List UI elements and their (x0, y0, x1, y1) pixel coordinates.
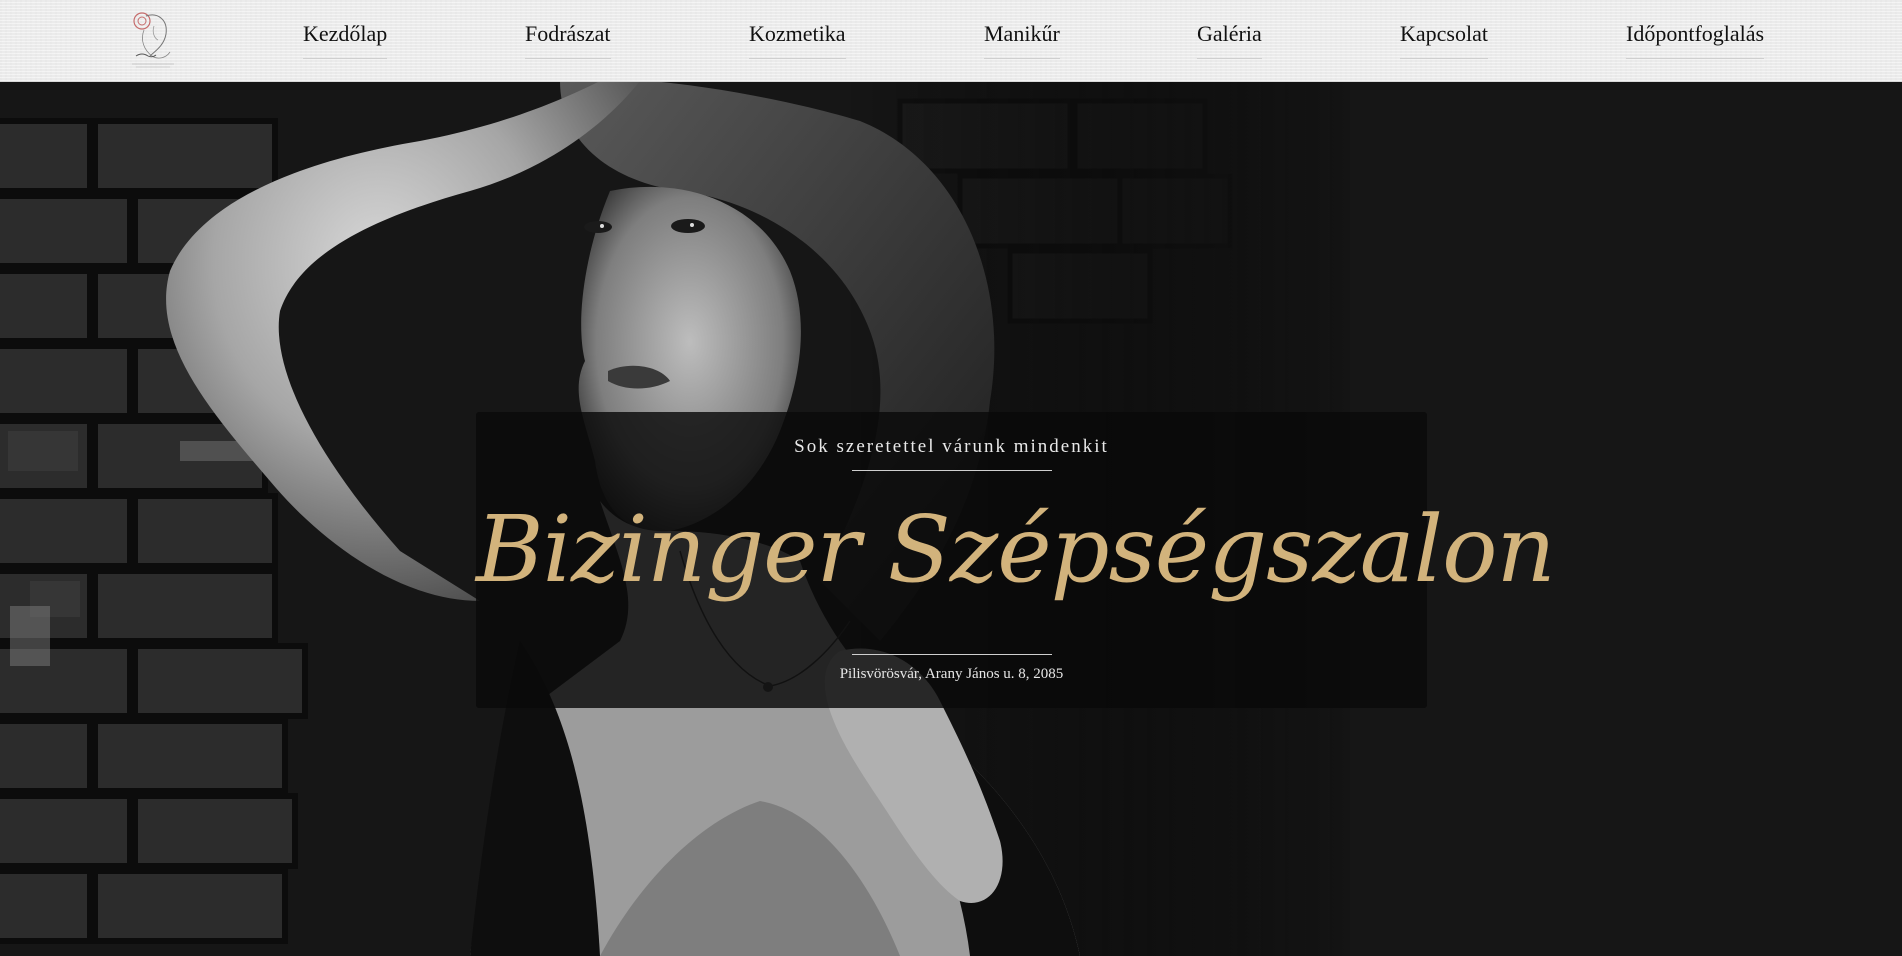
divider-top (852, 470, 1052, 471)
nav-item-kapcsolat[interactable]: Kapcsolat (1400, 20, 1488, 59)
hero-section: Sok szeretettel várunk mindenkit Bizinge… (0, 81, 1902, 956)
divider-bottom (852, 654, 1052, 655)
nav-item-fodraszat[interactable]: Fodrászat (525, 20, 611, 59)
nav-item-kozmetika[interactable]: Kozmetika (749, 20, 846, 59)
nav-item-kezdolap[interactable]: Kezdőlap (303, 20, 388, 59)
nav-item-manikur[interactable]: Manikűr (984, 20, 1060, 59)
page: Kezdőlap Fodrászat Kozmetika Manikűr Gal… (0, 0, 1902, 956)
hero-address: Pilisvörösvár, Arany János u. 8, 2085 (839, 666, 1064, 682)
nav-item-galeria[interactable]: Galéria (1197, 20, 1262, 59)
hero-overlay-card: Sok szeretettel várunk mindenkit Bizinge… (476, 412, 1556, 708)
brand-title: Bizinger Szépségszalon (476, 496, 1556, 603)
salon-logo-icon[interactable] (124, 6, 182, 72)
nav-item-idopontfoglalas[interactable]: Időpontfoglalás (1626, 20, 1765, 59)
hero-tagline: Sok szeretettel várunk mindenkit (794, 436, 1109, 457)
top-navigation-bar: Kezdőlap Fodrászat Kozmetika Manikűr Gal… (0, 0, 1902, 82)
